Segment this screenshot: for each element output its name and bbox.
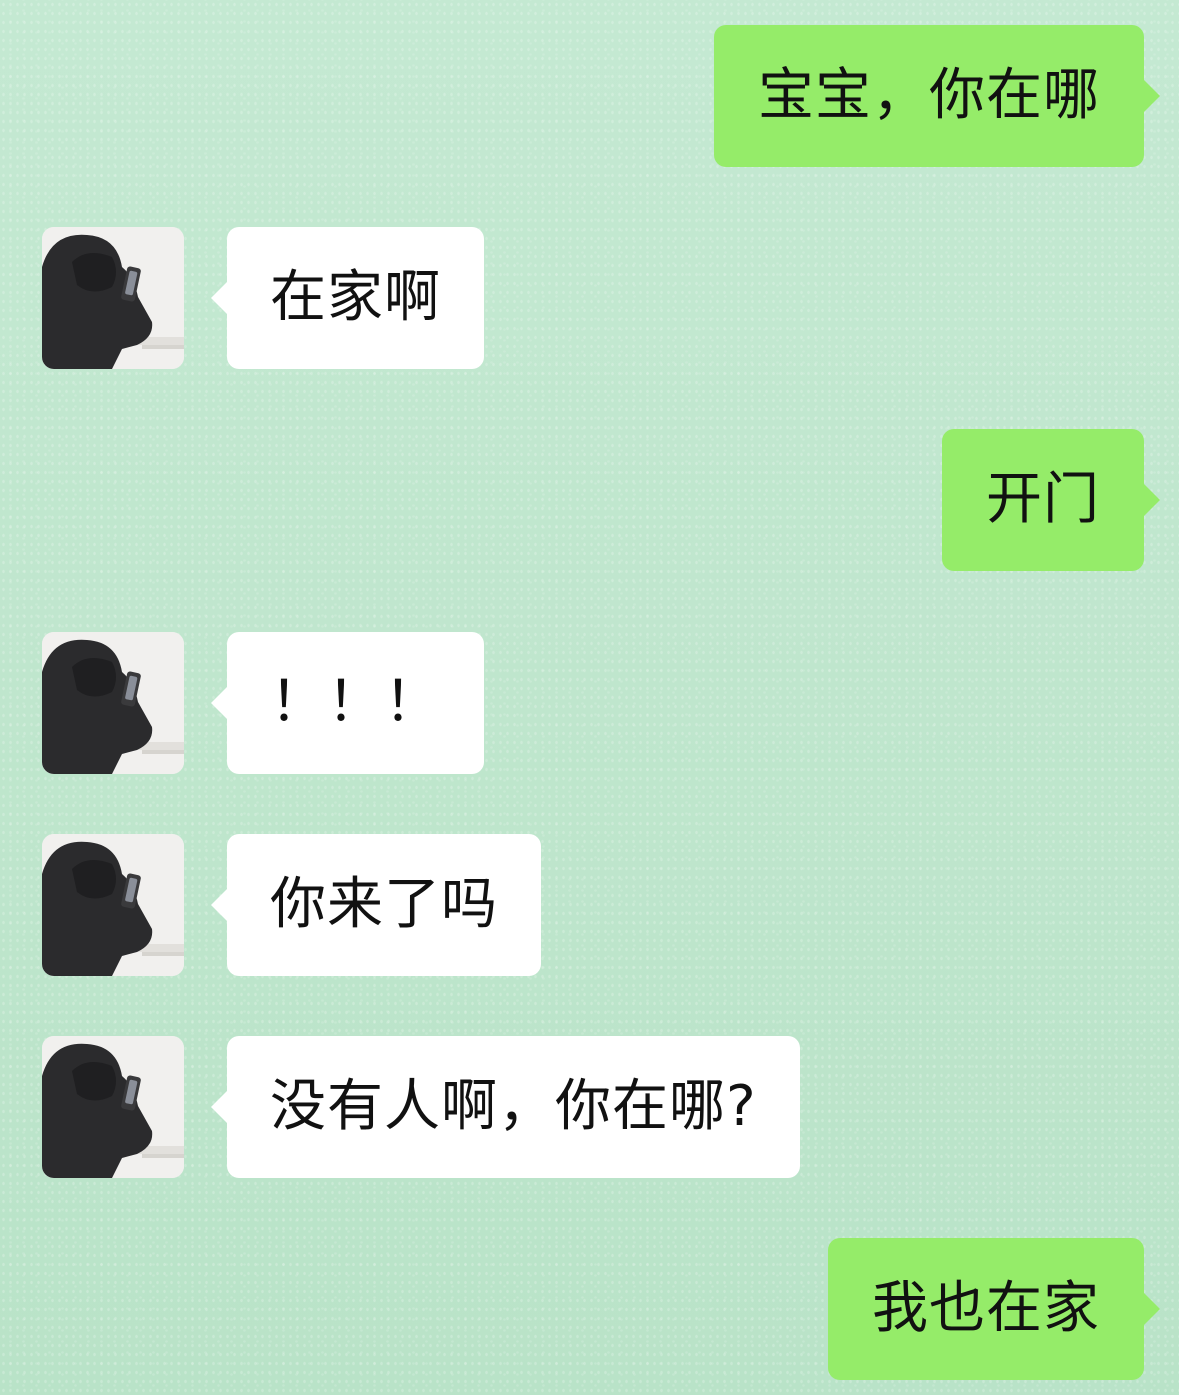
message-bubble-incoming[interactable]: 没有人啊，你在哪? bbox=[211, 1036, 800, 1178]
contact-avatar[interactable] bbox=[42, 227, 184, 369]
message-text: 没有人啊，你在哪? bbox=[270, 1074, 757, 1139]
message-text: 我也在家 bbox=[872, 1276, 1100, 1341]
avatar-person-icon bbox=[42, 632, 184, 774]
contact-avatar[interactable] bbox=[42, 1036, 184, 1178]
message-bubble-incoming[interactable]: ！！！ bbox=[211, 632, 484, 774]
avatar-person-icon bbox=[42, 1036, 184, 1178]
message-text: ！！！ bbox=[270, 670, 441, 735]
avatar-person-icon bbox=[42, 834, 184, 976]
message-bubble-incoming[interactable]: 你来了吗 bbox=[211, 834, 541, 976]
message-text: 宝宝，你在哪 bbox=[758, 63, 1100, 128]
contact-avatar[interactable] bbox=[42, 834, 184, 976]
message-text: 你来了吗 bbox=[270, 872, 498, 937]
message-text: 在家啊 bbox=[270, 265, 441, 330]
contact-avatar[interactable] bbox=[42, 632, 184, 774]
message-text: 开门 bbox=[986, 467, 1100, 532]
message-bubble-outgoing[interactable]: 我也在家 bbox=[828, 1238, 1160, 1380]
message-bubble-outgoing[interactable]: 开门 bbox=[942, 429, 1160, 571]
avatar-person-icon bbox=[42, 227, 184, 369]
message-bubble-incoming[interactable]: 在家啊 bbox=[211, 227, 484, 369]
message-bubble-outgoing[interactable]: 宝宝，你在哪 bbox=[714, 25, 1160, 167]
